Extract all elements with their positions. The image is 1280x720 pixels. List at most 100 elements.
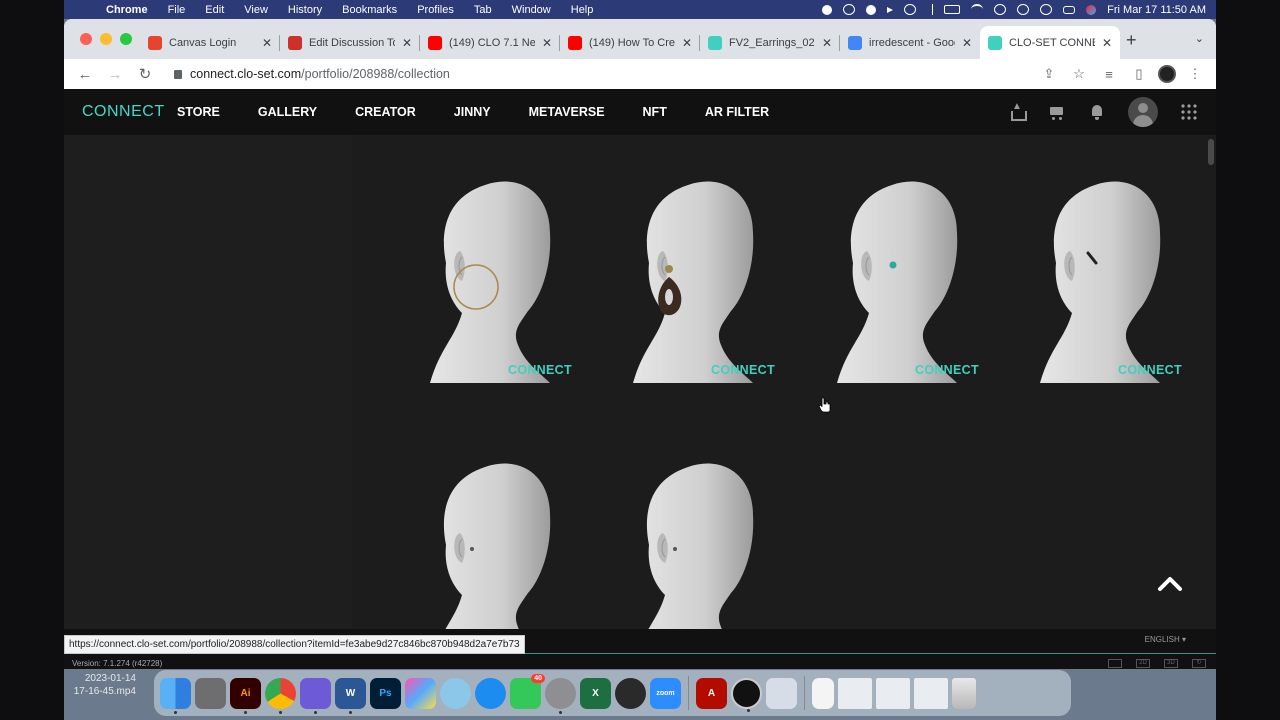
scrollbar-thumb[interactable] xyxy=(1208,139,1214,165)
apps-grid-icon[interactable] xyxy=(1180,103,1198,121)
menubar-bookmarks[interactable]: Bookmarks xyxy=(332,4,407,16)
gallery-item[interactable]: CONNECT xyxy=(807,173,979,383)
siri-icon[interactable] xyxy=(1086,4,1097,15)
zoom-window-button[interactable] xyxy=(120,33,132,45)
menubar-tab[interactable]: Tab xyxy=(464,4,502,16)
battery-icon[interactable] xyxy=(944,5,961,14)
minimize-window-button[interactable] xyxy=(100,33,112,45)
nav-jinny[interactable]: JINNY xyxy=(454,105,491,119)
chrome-icon[interactable] xyxy=(265,677,296,714)
nav-store[interactable]: STORE xyxy=(177,105,220,119)
menubar-clock[interactable]: Fri Mar 17 11:50 AM xyxy=(1107,4,1206,16)
gallery-item[interactable] xyxy=(400,455,570,629)
cart-icon[interactable] xyxy=(1048,103,1066,121)
connect-logo[interactable]: CONNECT xyxy=(82,103,165,121)
menubar-file[interactable]: File xyxy=(158,4,196,16)
preview-icon[interactable] xyxy=(766,677,797,709)
excel-icon[interactable]: X xyxy=(580,677,611,709)
acrobat-icon[interactable]: A xyxy=(696,677,727,709)
nav-gallery[interactable]: GALLERY xyxy=(258,105,317,119)
nav-nft[interactable]: NFT xyxy=(643,105,667,119)
side-panel-icon[interactable]: ▯ xyxy=(1128,66,1150,82)
quicktime-icon[interactable] xyxy=(440,677,471,709)
menubar-view[interactable]: View xyxy=(234,4,278,16)
chrome-menu-icon[interactable]: ⋮ xyxy=(1184,66,1206,82)
lock-icon[interactable] xyxy=(174,69,182,79)
menubar-history[interactable]: History xyxy=(278,4,332,16)
reload-button[interactable]: ↻ xyxy=(134,65,156,83)
upload-icon[interactable] xyxy=(1008,101,1027,121)
forward-button[interactable]: → xyxy=(104,66,126,83)
illustrator-icon[interactable]: Ai xyxy=(230,677,261,714)
tab-close-icon[interactable]: ✕ xyxy=(262,36,272,50)
screenshot-thumbnail-icon-3[interactable] xyxy=(914,677,948,709)
menubar-app-name[interactable]: Chrome xyxy=(96,4,158,16)
browser-tab[interactable]: FV2_Earrings_02 ✕ xyxy=(700,26,840,59)
photoshop-icon[interactable]: Ps xyxy=(370,677,401,709)
calculator-icon[interactable] xyxy=(195,677,226,709)
profile-avatar[interactable] xyxy=(1158,65,1176,83)
screenshot-thumbnail-icon[interactable] xyxy=(838,677,872,709)
scroll-to-top-button[interactable] xyxy=(1157,573,1183,593)
zoom-icon[interactable]: zoom xyxy=(650,677,681,709)
spotlight-icon[interactable] xyxy=(1040,4,1053,15)
time-machine-icon[interactable] xyxy=(1017,4,1030,15)
tab-close-icon[interactable]: ✕ xyxy=(962,36,972,50)
gallery-item[interactable]: CONNECT xyxy=(400,173,572,383)
creative-cloud-dock-icon[interactable] xyxy=(300,677,331,714)
reading-list-icon[interactable]: ≡ xyxy=(1098,67,1120,82)
gallery-item[interactable] xyxy=(603,455,773,629)
tab-close-icon[interactable]: ✕ xyxy=(542,36,552,50)
browser-tab[interactable]: CLO-SET CONNEC ✕ xyxy=(980,26,1120,59)
view-3d-icon[interactable]: 3D xyxy=(1164,659,1178,668)
tab-close-icon[interactable]: ✕ xyxy=(402,36,412,50)
volume-icon[interactable] xyxy=(887,6,894,13)
menubar-window[interactable]: Window xyxy=(502,4,561,16)
nav-creator[interactable]: CREATOR xyxy=(355,105,416,119)
document-thumbnail-icon[interactable] xyxy=(812,677,834,709)
nav-ar-filter[interactable]: AR FILTER xyxy=(705,105,769,119)
system-preferences-icon[interactable] xyxy=(545,677,576,714)
wifi-icon[interactable] xyxy=(971,4,984,15)
bookmark-star-icon[interactable]: ☆ xyxy=(1068,66,1090,82)
browser-tab[interactable]: irredescent - Goog ✕ xyxy=(840,26,980,59)
finder-icon[interactable] xyxy=(160,677,191,714)
address-bar[interactable]: connect.clo-set.com/portfolio/208988/col… xyxy=(164,62,1030,86)
language-selector[interactable]: ENGLISH xyxy=(1145,635,1186,644)
creative-cloud-icon[interactable] xyxy=(843,4,856,15)
launchpad-icon[interactable] xyxy=(405,677,436,709)
trash-icon[interactable] xyxy=(952,677,976,709)
back-button[interactable]: ← xyxy=(74,66,96,83)
notification-bell-icon[interactable] xyxy=(1088,103,1106,121)
menubar-edit[interactable]: Edit xyxy=(195,4,234,16)
tab-close-icon[interactable]: ✕ xyxy=(822,36,832,50)
user-switch-icon[interactable] xyxy=(994,4,1007,15)
gallery-item[interactable]: CONNECT xyxy=(603,173,775,383)
obs-icon[interactable] xyxy=(866,4,877,15)
share-icon[interactable]: ⇪ xyxy=(1038,66,1060,82)
view-2d-icon[interactable]: 2D xyxy=(1136,659,1150,668)
record-icon[interactable] xyxy=(822,4,833,15)
close-window-button[interactable] xyxy=(80,33,92,45)
user-avatar[interactable] xyxy=(1128,97,1158,127)
tab-search-chevron-icon[interactable]: ⌄ xyxy=(1195,32,1204,45)
tab-close-icon[interactable]: ✕ xyxy=(1102,36,1112,50)
refresh-icon[interactable]: ↻ xyxy=(1192,659,1206,668)
safari-icon[interactable] xyxy=(475,677,506,709)
obs-dock-icon[interactable] xyxy=(615,677,646,709)
browser-tab[interactable]: (149) How To Creat ✕ xyxy=(560,26,700,59)
new-tab-button[interactable]: + xyxy=(1126,30,1137,51)
menubar-profiles[interactable]: Profiles xyxy=(407,4,464,16)
messages-icon[interactable]: 40 xyxy=(510,673,545,709)
browser-tab[interactable]: (149) CLO 7.1 New ✕ xyxy=(420,26,560,59)
menubar-help[interactable]: Help xyxy=(561,4,604,16)
word-icon[interactable]: W xyxy=(335,677,366,714)
tab-close-icon[interactable]: ✕ xyxy=(682,36,692,50)
control-center-icon[interactable] xyxy=(1063,5,1076,14)
bluetooth-icon[interactable] xyxy=(927,4,934,15)
browser-tab[interactable]: Edit Discussion Top ✕ xyxy=(280,26,420,59)
screenshot-thumbnail-icon-2[interactable] xyxy=(876,677,910,709)
play-icon[interactable] xyxy=(904,4,917,15)
layout-icon[interactable] xyxy=(1108,659,1122,668)
nav-metaverse[interactable]: METAVERSE xyxy=(529,105,605,119)
